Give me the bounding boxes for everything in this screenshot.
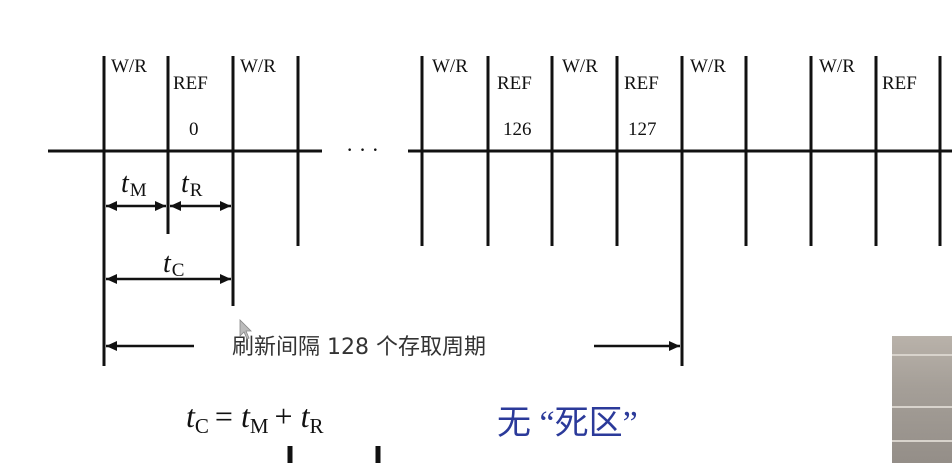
ref-index: 126 xyxy=(503,119,532,140)
ref-index: 127 xyxy=(628,119,657,140)
ellipsis: · · · xyxy=(346,137,379,162)
no-dead-zone-note: 无 “死区” xyxy=(497,405,638,442)
ref-index: 0 xyxy=(189,119,199,140)
slot-label-wr: W/R xyxy=(432,56,468,77)
refresh-timing-diagram: W/R W/R W/R W/R W/R W/R REF REF REF REF … xyxy=(48,56,952,463)
slot-label-ref: REF xyxy=(173,73,208,94)
formula: tC = tM + tR xyxy=(186,398,323,438)
slot-label-wr: W/R xyxy=(111,56,147,77)
slot-label-wr: W/R xyxy=(240,56,276,77)
slot-label-wr: W/R xyxy=(819,56,855,77)
t-c-label: tC xyxy=(163,248,184,281)
refresh-interval-label: 刷新间隔 128 个存取周期 xyxy=(232,335,486,360)
slot-label-wr: W/R xyxy=(690,56,726,77)
presenter-photo-edge xyxy=(892,336,952,463)
t-m-arrow xyxy=(106,201,166,211)
t-r-label: tR xyxy=(181,168,203,201)
slot-label-ref: REF xyxy=(624,73,659,94)
slot-label-ref: REF xyxy=(882,73,917,94)
slot-label-ref: REF xyxy=(497,73,532,94)
t-m-label: tM xyxy=(121,168,147,201)
slot-label-wr: W/R xyxy=(562,56,598,77)
t-r-arrow xyxy=(170,201,231,211)
